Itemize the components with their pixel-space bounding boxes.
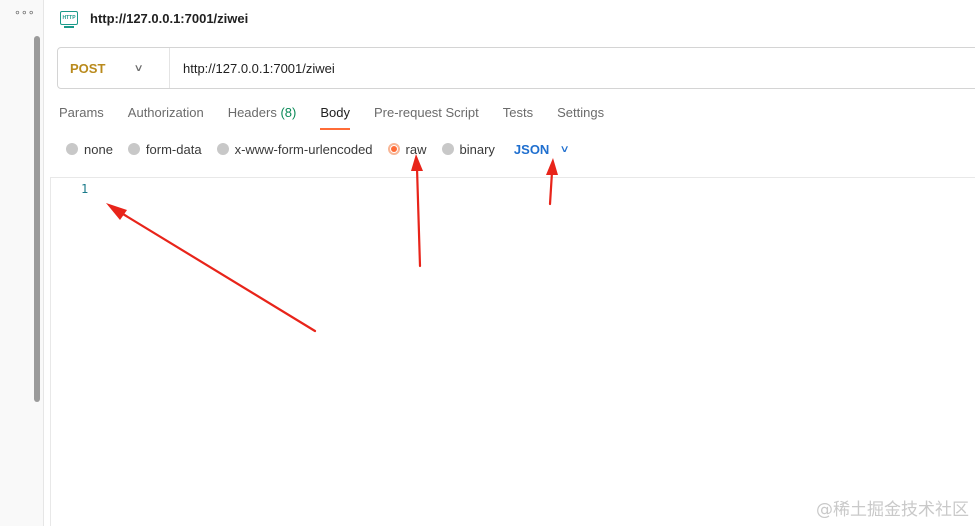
tab-headers[interactable]: Headers (8) bbox=[228, 104, 297, 136]
chevron-down-icon: ∨ bbox=[559, 143, 571, 155]
body-type-options: none form-data x-www-form-urlencoded raw… bbox=[66, 141, 571, 157]
tab-body[interactable]: Body bbox=[320, 104, 350, 136]
left-sidebar: ∘∘∘ bbox=[0, 0, 44, 526]
raw-format-label: JSON bbox=[513, 141, 550, 157]
line-number: 1 bbox=[81, 182, 89, 196]
radio-none[interactable] bbox=[66, 143, 78, 155]
body-option-raw[interactable]: raw bbox=[387, 142, 427, 157]
method-select[interactable]: POST ∨ bbox=[58, 48, 170, 88]
http-icon: HTTP bbox=[60, 11, 78, 28]
tab-params[interactable]: Params bbox=[59, 104, 104, 136]
body-option-binary[interactable]: binary bbox=[441, 142, 495, 157]
body-option-form-data[interactable]: form-data bbox=[127, 142, 202, 157]
radio-urlencoded[interactable] bbox=[216, 143, 229, 155]
body-editor[interactable]: 1 bbox=[50, 177, 975, 526]
raw-format-select[interactable]: JSON ∨ bbox=[513, 141, 571, 157]
radio-raw[interactable] bbox=[387, 143, 400, 155]
chevron-down-icon: ∨ bbox=[133, 62, 145, 74]
radio-form-data[interactable] bbox=[127, 143, 140, 155]
request-tabs: Params Authorization Headers (8) Body Pr… bbox=[59, 104, 628, 136]
body-option-urlencoded[interactable]: x-www-form-urlencoded bbox=[216, 142, 373, 157]
tab-settings[interactable]: Settings bbox=[557, 104, 604, 136]
tab-tests[interactable]: Tests bbox=[503, 104, 533, 136]
tab-authorization[interactable]: Authorization bbox=[128, 104, 204, 136]
sidebar-scrollbar[interactable] bbox=[34, 36, 40, 402]
tab-pre-request-script[interactable]: Pre-request Script bbox=[374, 104, 479, 136]
method-label: POST bbox=[70, 60, 106, 76]
url-input[interactable]: http://127.0.0.1:7001/ziwei bbox=[170, 61, 335, 76]
more-horizontal-icon[interactable]: ∘∘∘ bbox=[14, 6, 35, 19]
radio-binary[interactable] bbox=[441, 143, 454, 155]
request-header: HTTP http://127.0.0.1:7001/ziwei bbox=[60, 8, 248, 28]
body-option-none[interactable]: none bbox=[66, 142, 113, 157]
request-title[interactable]: http://127.0.0.1:7001/ziwei bbox=[90, 11, 248, 26]
url-bar: POST ∨ http://127.0.0.1:7001/ziwei bbox=[57, 47, 975, 89]
watermark: @稀土掘金技术社区 bbox=[816, 500, 969, 520]
headers-count: (8) bbox=[280, 105, 297, 120]
